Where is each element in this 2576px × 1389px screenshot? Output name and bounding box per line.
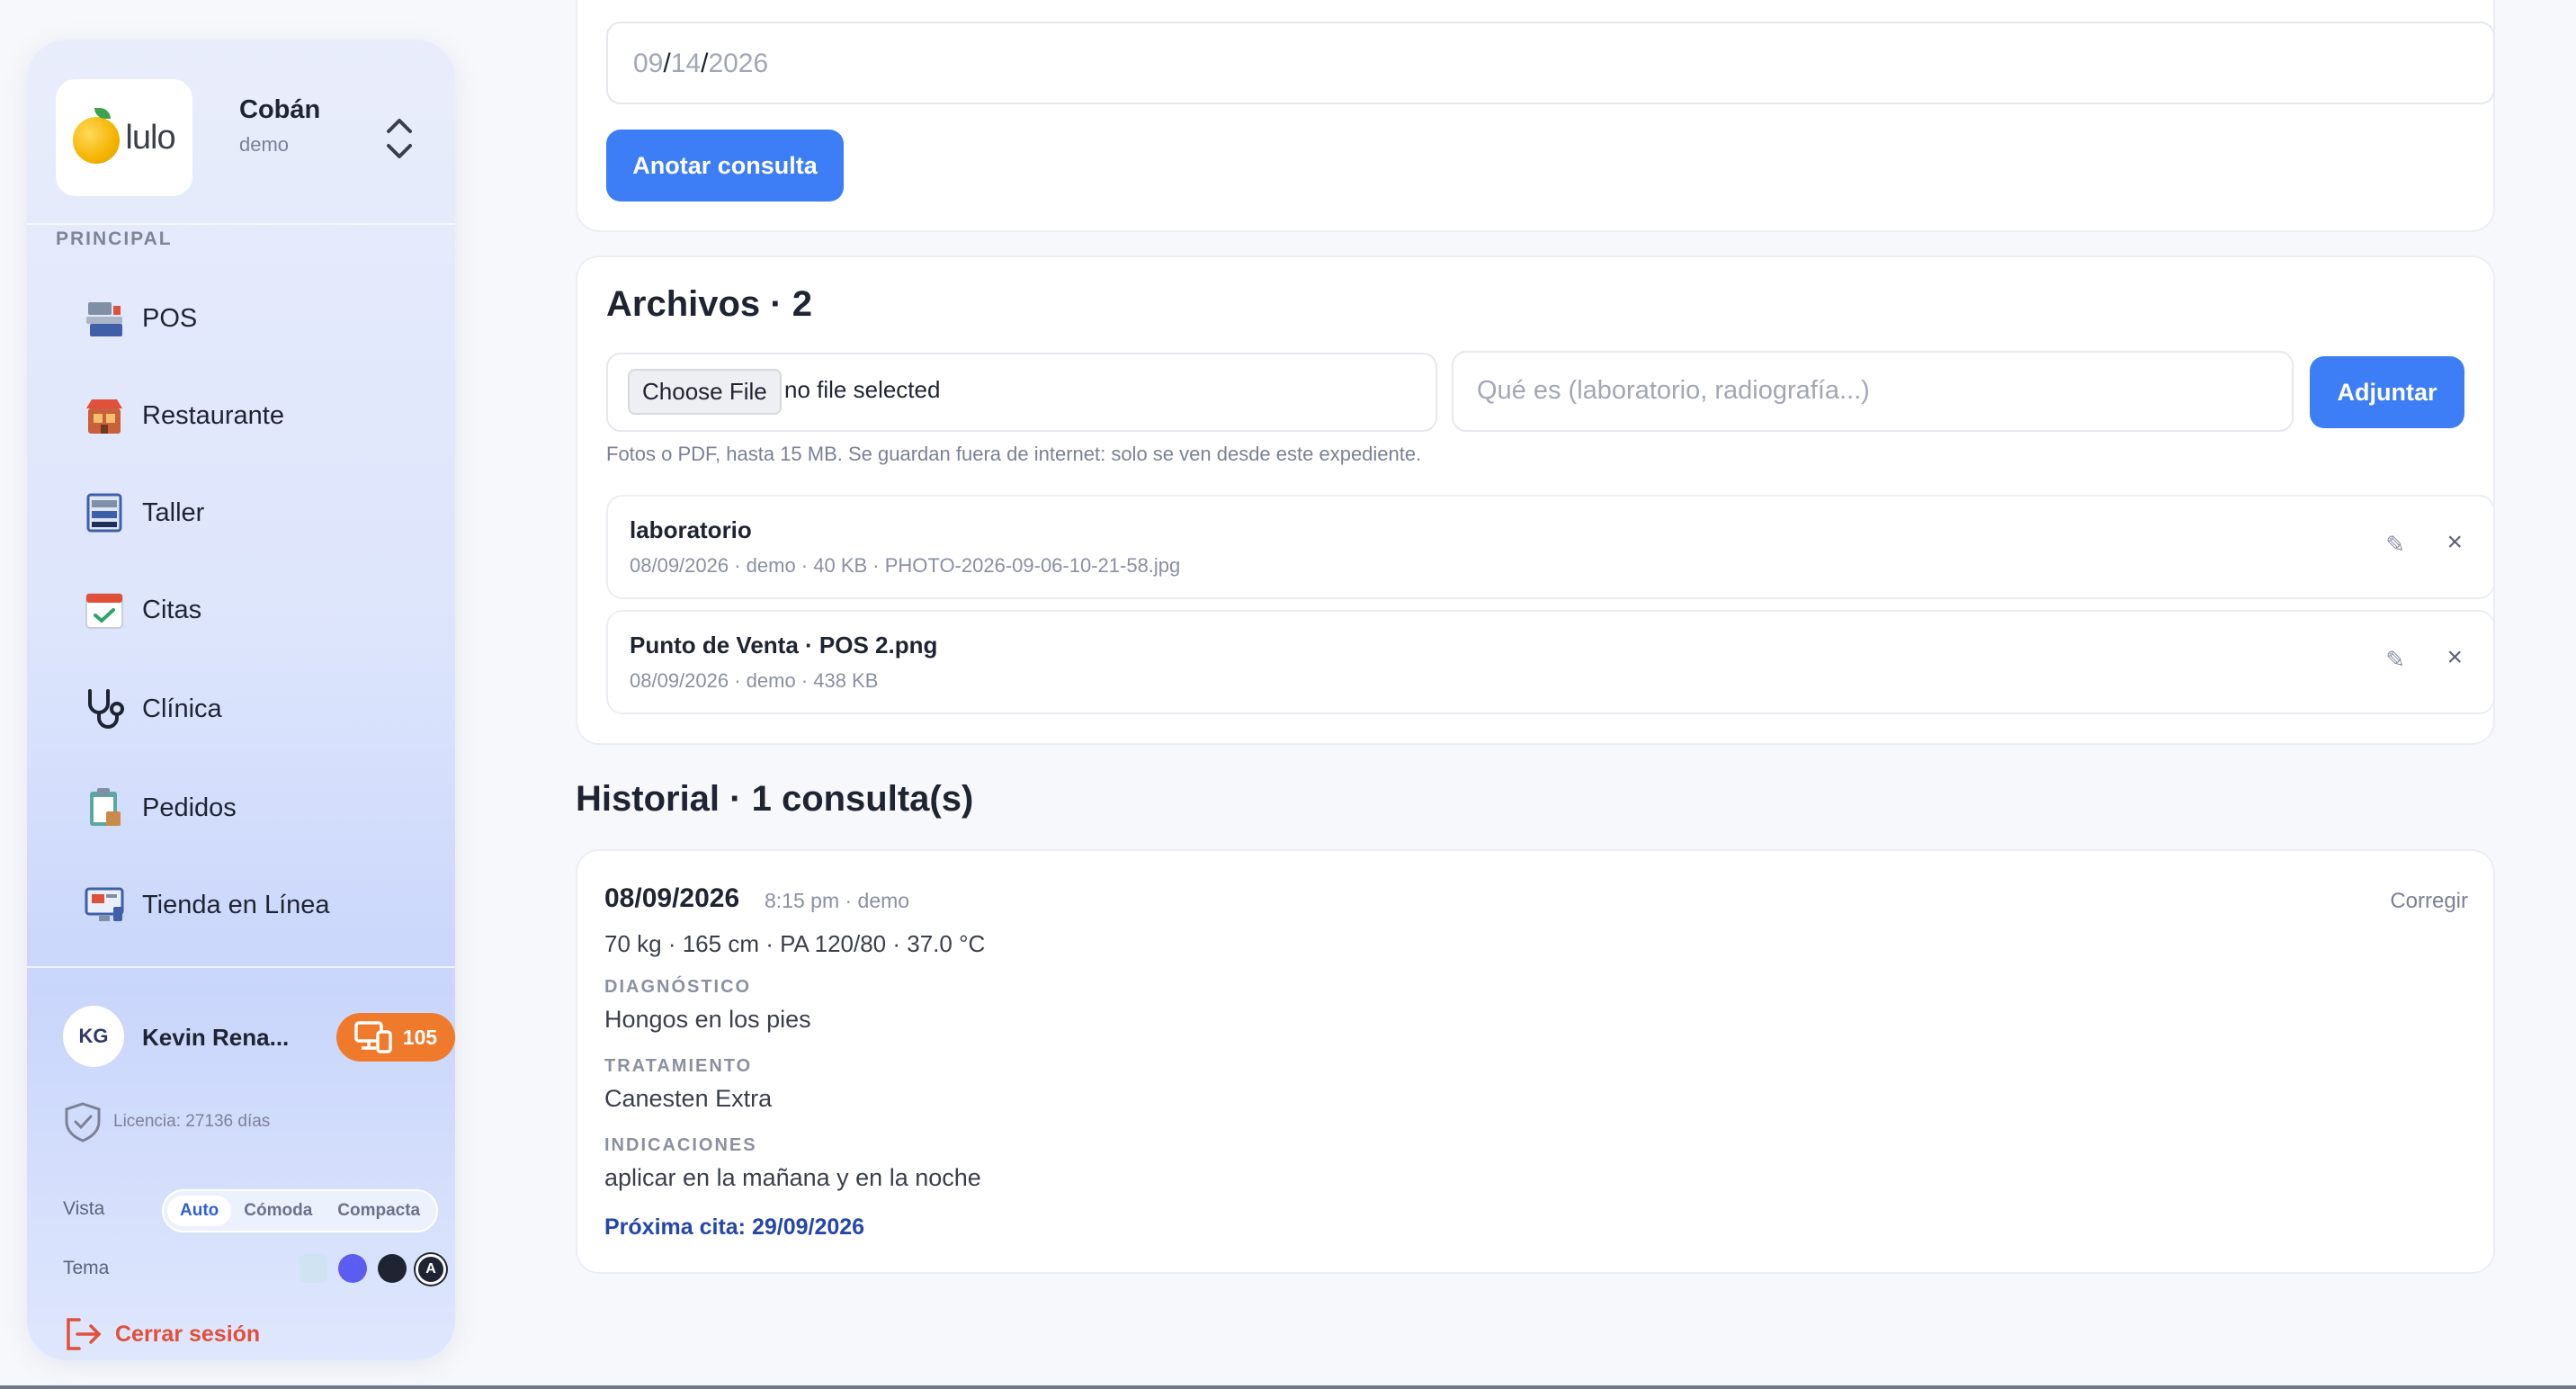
chevron-up-down-icon[interactable] — [380, 112, 419, 166]
shield-check-icon — [65, 1102, 101, 1143]
user-profile[interactable]: KG Kevin Rena... 105 — [63, 1006, 455, 1071]
upload-hint: Fotos o PDF, hasta 15 MB. Se guardan fue… — [606, 443, 1422, 465]
clipboard-order-icon — [81, 784, 128, 831]
historial-title: Historial · 1 consulta(s) — [576, 779, 974, 819]
restaurant-icon — [81, 392, 128, 439]
bottom-edge — [0, 1385, 2576, 1389]
license-text: Licencia: 27136 días — [113, 1112, 271, 1131]
workshop-icon — [81, 489, 128, 536]
nav-label: Restaurante — [142, 400, 284, 430]
logo-text: lulo — [125, 118, 175, 157]
calendar-check-icon — [81, 587, 128, 633]
logout-label: Cerrar sesión — [115, 1321, 261, 1347]
nav-label: Tienda en Línea — [142, 890, 330, 919]
consulta-date: 08/09/2026 — [604, 883, 740, 913]
theme-swatch-light[interactable] — [299, 1254, 327, 1283]
indicaciones-label: INDICACIONES — [604, 1135, 757, 1155]
close-icon[interactable]: × — [2446, 642, 2463, 673]
pos-terminal-icon — [81, 295, 128, 342]
file-status: no file selected — [784, 376, 941, 403]
theme-picker: Tema A — [63, 1250, 450, 1290]
stethoscope-icon — [81, 686, 128, 732]
nav-item-tienda[interactable]: Tienda en Línea — [81, 876, 423, 934]
view-density: Vista Auto Cómoda Compacta — [63, 1189, 450, 1232]
nav-item-pedidos[interactable]: Pedidos — [81, 779, 423, 837]
file-description-input[interactable]: Qué es (laboratorio, radiografía...) — [1452, 351, 2294, 432]
pencil-icon[interactable]: ✎ — [2385, 531, 2405, 559]
lulo-logo: lulo — [56, 79, 192, 196]
file-item[interactable]: laboratorio 08/09/2026 · demo · 40 KB · … — [606, 495, 2495, 599]
density-option-compacta[interactable]: Compacta — [325, 1196, 433, 1226]
proxima-cita: Próxima cita: 29/09/2026 — [604, 1214, 865, 1240]
tema-label: Tema — [63, 1258, 110, 1278]
file-title: laboratorio — [630, 516, 752, 543]
devices-badge[interactable]: 105 — [336, 1013, 455, 1062]
nav-item-citas[interactable]: Citas — [81, 581, 423, 639]
file-input[interactable]: Choose File no file selected — [606, 353, 1437, 432]
user-name: Kevin Rena... — [142, 1024, 290, 1051]
tratamiento-label: TRATAMIENTO — [604, 1056, 753, 1076]
nav-item-pos[interactable]: POS — [81, 290, 423, 347]
consulta-vitals: 70 kg · 165 cm · PA 120/80 · 37.0 °C — [604, 930, 986, 957]
lulo-fruit-icon — [73, 108, 121, 164]
business-name: Cobán — [239, 95, 321, 124]
density-segmented-control: Auto Cómoda Compacta — [162, 1189, 439, 1232]
anotar-consulta-button[interactable]: Anotar consulta — [606, 130, 844, 202]
logout-button[interactable]: Cerrar sesión — [63, 1312, 260, 1357]
choose-file-button[interactable]: Choose File — [628, 369, 782, 415]
file-meta: 08/09/2026 · demo · 438 KB — [630, 669, 879, 692]
nav-label: Citas — [142, 595, 202, 624]
density-option-comoda[interactable]: Cómoda — [231, 1196, 325, 1226]
devices-count: 105 — [402, 1025, 438, 1049]
file-meta: 08/09/2026 · demo · 40 KB · PHOTO-2026-0… — [630, 554, 1181, 577]
nav-item-restaurante[interactable]: Restaurante — [81, 387, 423, 444]
license-info: Licencia: 27136 días — [63, 1099, 270, 1144]
theme-swatch-auto-icon[interactable]: A — [416, 1254, 446, 1285]
sidebar: lulo Cobán demo PRINCIPAL POS Restaurant… — [27, 40, 455, 1360]
archivos-card: Archivos · 2 Choose File no file selecte… — [576, 255, 2495, 745]
file-description-placeholder: Qué es (laboratorio, radiografía...) — [1477, 376, 1870, 405]
tratamiento-value: Canesten Extra — [604, 1085, 773, 1112]
business-subtitle: demo — [239, 133, 290, 156]
vista-label: Vista — [63, 1198, 105, 1219]
nav-item-clinica[interactable]: Clínica — [81, 680, 423, 738]
brand-switcher[interactable]: lulo Cobán demo — [56, 79, 426, 196]
theme-swatch-dark[interactable] — [378, 1254, 407, 1283]
online-store-icon — [81, 882, 128, 928]
archivos-title: Archivos · 2 — [606, 284, 812, 324]
divider — [27, 966, 455, 968]
file-item[interactable]: Punto de Venta · POS 2.png 08/09/2026 · … — [606, 610, 2495, 714]
avatar: KG — [63, 1006, 124, 1067]
file-title: Punto de Venta · POS 2.png — [630, 632, 938, 659]
date-input[interactable]: 09/14/2026 — [606, 22, 2495, 104]
nav-label: Pedidos — [142, 793, 237, 822]
adjuntar-button[interactable]: Adjuntar — [2310, 356, 2464, 428]
nav-label: Clínica — [142, 694, 222, 723]
nav-label: POS — [142, 303, 198, 333]
corregir-link[interactable]: Corregir — [2390, 889, 2468, 914]
theme-swatch-indigo[interactable] — [338, 1254, 367, 1283]
close-icon[interactable]: × — [2446, 527, 2463, 558]
consulta-form-card: 09/14/2026 Anotar consulta — [576, 0, 2495, 232]
indicaciones-value: aplicar en la mañana y en la noche — [604, 1164, 981, 1191]
logout-icon — [67, 1318, 102, 1350]
nav-item-taller[interactable]: Taller — [81, 484, 423, 542]
diagnostico-value: Hongos en los pies — [604, 1006, 811, 1033]
density-option-auto[interactable]: Auto — [167, 1196, 232, 1226]
consulta-time: 8:15 pm · demo — [765, 889, 910, 912]
diagnostico-label: DIAGNÓSTICO — [604, 977, 752, 997]
nav-section-label: PRINCIPAL — [56, 229, 173, 249]
consulta-entry-card: 08/09/2026 8:15 pm · demo Corregir 70 kg… — [576, 849, 2495, 1274]
devices-icon — [354, 1021, 392, 1053]
nav-label: Taller — [142, 497, 205, 527]
date-value: 09/14/2026 — [633, 49, 769, 78]
divider — [27, 223, 455, 225]
pencil-icon[interactable]: ✎ — [2385, 646, 2405, 674]
